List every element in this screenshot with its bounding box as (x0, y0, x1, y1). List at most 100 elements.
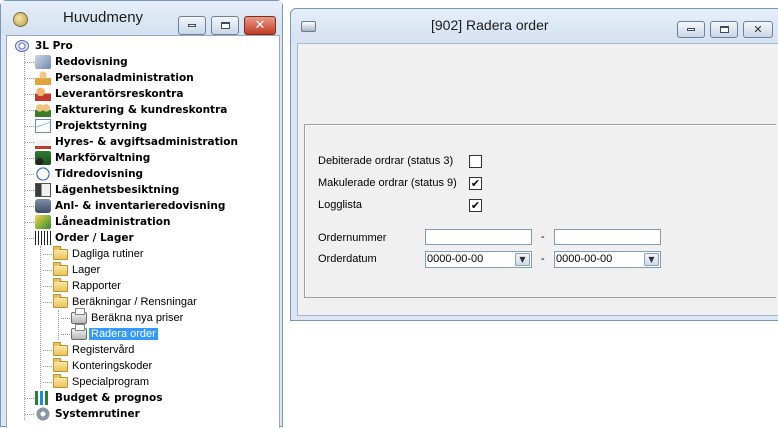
module-tree[interactable]: 3L Pro Redovisning Personaladministration… (6, 35, 280, 428)
clock-icon (35, 167, 51, 181)
tree-item-label: Rapporter (72, 280, 121, 292)
tree-guide-line (43, 286, 52, 287)
tree-guide-line (43, 302, 52, 303)
tree-root-3lpro[interactable]: 3L Pro (15, 38, 73, 54)
minimize-button[interactable] (677, 21, 705, 38)
tree-item-label: Radera order (89, 328, 158, 340)
tree-guide-line (25, 142, 34, 143)
tree-folder-item[interactable]: Dagliga rutiner (53, 245, 144, 262)
maximize-button[interactable] (710, 21, 738, 38)
tree-module-item[interactable]: Markförvaltning (35, 150, 150, 166)
debiterade-label: Debiterade ordrar (status 3) (318, 155, 454, 167)
folder-icon (53, 261, 68, 276)
ordernummer-separator: - (541, 231, 545, 243)
folder-icon (53, 245, 68, 260)
printer-icon (71, 308, 87, 324)
tree-guide-line (25, 126, 34, 127)
tree-guide-line (25, 110, 34, 111)
tree-module-item[interactable]: Låneadministration (35, 214, 170, 230)
ordernummer-label: Ordernummer (318, 232, 387, 244)
printer-icon (301, 21, 316, 32)
gear-icon (35, 407, 51, 421)
close-button[interactable]: ✕ (743, 21, 773, 38)
tree-folder-item[interactable]: Registervård (53, 341, 134, 358)
folder-icon (53, 277, 68, 292)
tree-item-label: Lager (72, 264, 101, 276)
bar-chart-icon (35, 391, 51, 405)
tree-item-label: Beräkna nya priser (91, 312, 184, 324)
tree-guide-line (25, 206, 34, 207)
tree-guide-line (25, 174, 34, 175)
orderdatum-from-combo[interactable]: 0000-00-00 ▼ (425, 251, 532, 268)
tree-guide-line (61, 334, 70, 335)
tree-guide-line (25, 62, 34, 63)
close-button[interactable]: ✕ (244, 16, 276, 35)
tree-item-label: Konteringskoder (72, 360, 153, 372)
tree-guide-line (43, 350, 52, 351)
maximize-button[interactable] (211, 16, 239, 35)
radera-order-titlebar[interactable]: [902] Radera order ✕ (291, 9, 778, 43)
tree-report-item[interactable]: Radera order (71, 324, 158, 342)
tree-item-label: Lägenhetsbesiktning (55, 184, 180, 196)
tree-report-item[interactable]: Beräkna nya priser (71, 308, 184, 326)
tree-module-item[interactable]: Tidredovisning (35, 166, 143, 182)
tree-item-label: Beräkningar / Rensningar (72, 296, 197, 308)
tree-guide-line (43, 270, 52, 271)
orderdatum-from-value: 0000-00-00 (427, 253, 484, 265)
printer-icon (71, 324, 87, 340)
tree-folder-item[interactable]: Specialprogram (53, 373, 150, 390)
tree-module-item[interactable]: Lägenhetsbesiktning (35, 182, 179, 198)
minimize-button[interactable] (178, 16, 206, 35)
tree-item-label: Leverantörsreskontra (55, 88, 184, 100)
folder-icon (53, 341, 68, 356)
tree-item-label: Specialprogram (72, 376, 150, 388)
folder-icon (53, 373, 68, 388)
tree-guide-line (24, 50, 25, 420)
tree-module-item[interactable]: Budget & prognos (35, 390, 162, 406)
tree-module-item[interactable]: Anl- & inventarieredovisning (35, 198, 225, 214)
tree-folder-item[interactable]: Lager (53, 261, 101, 278)
tree-guide-line (43, 254, 52, 255)
radera-order-title: [902] Radera order (431, 17, 549, 33)
tree-module-item[interactable]: Leverantörsreskontra (35, 86, 183, 102)
tree-item-label: Order / Lager (55, 232, 134, 244)
tree-folder-item[interactable]: Konteringskoder (53, 357, 153, 374)
tree-module-item[interactable]: Personaladministration (35, 70, 194, 86)
tree-module-item[interactable]: Systemrutiner (35, 406, 140, 422)
tree-folder-item[interactable]: Rapporter (53, 277, 121, 294)
close-icon: ✕ (254, 18, 266, 33)
tree-module-item[interactable]: Order / Lager (35, 230, 134, 246)
person-icon (35, 71, 51, 85)
tree-item-label: Anl- & inventarieredovisning (55, 200, 226, 212)
tree-item-label: Budget & prognos (55, 392, 163, 404)
chevron-down-icon[interactable]: ▼ (515, 253, 530, 266)
tree-module-item[interactable]: Fakturering & kundreskontra (35, 102, 227, 118)
logglista-checkbox[interactable]: ✔ (469, 199, 482, 212)
tree-module-item[interactable]: Hyres- & avgiftsadministration (35, 134, 238, 150)
ordernummer-to-input[interactable] (554, 229, 661, 245)
barcode-icon (35, 231, 51, 245)
ordernummer-from-input[interactable] (425, 229, 532, 245)
tree-root-label: 3L Pro (35, 40, 73, 52)
orderdatum-to-combo[interactable]: 0000-00-00 ▼ (554, 251, 661, 268)
loan-icon (35, 215, 51, 229)
tree-item-label: Redovisning (55, 56, 128, 68)
close-icon: ✕ (753, 23, 763, 36)
chevron-down-icon[interactable]: ▼ (644, 253, 659, 266)
makulerade-label: Makulerade ordrar (status 9) (318, 177, 457, 189)
main-menu-window: Huvudmeny ✕ 3L Pro Redovisning Personalad… (0, 0, 283, 428)
tree-guide-line (25, 94, 34, 95)
debiterade-checkbox[interactable] (469, 155, 482, 168)
tree-item-label: Låneadministration (55, 216, 171, 228)
inventory-icon (35, 199, 51, 213)
tractor-icon (35, 151, 51, 165)
orderdatum-to-value: 0000-00-00 (556, 253, 613, 265)
orderdatum-label: Orderdatum (318, 253, 377, 265)
tree-module-item[interactable]: Projektstyrning (35, 118, 147, 134)
tree-module-item[interactable]: Redovisning (35, 54, 128, 70)
main-menu-titlebar[interactable]: Huvudmeny ✕ (1, 1, 282, 35)
main-menu-title: Huvudmeny (63, 9, 144, 26)
makulerade-checkbox[interactable]: ✔ (469, 177, 482, 190)
logglista-label: Logglista (318, 199, 363, 211)
tree-guide-line (43, 366, 52, 367)
